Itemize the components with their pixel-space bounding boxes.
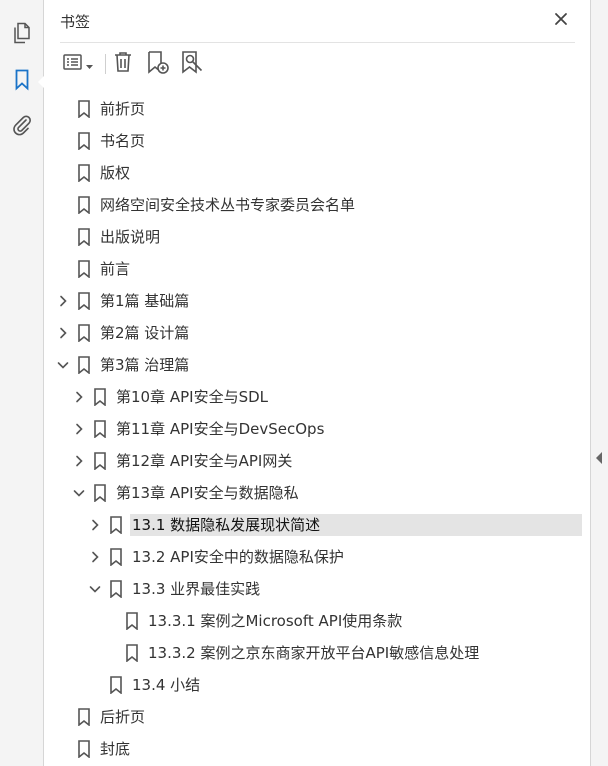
bookmark-item[interactable]: 第2篇 设计篇 [45, 317, 590, 349]
new-bookmark-icon [146, 50, 170, 78]
bookmark-icon [93, 388, 107, 407]
bookmark-icon [125, 644, 139, 663]
expand-toggle-down-icon[interactable] [89, 581, 101, 597]
bookmark-item[interactable]: 第11章 API安全与DevSecOps [45, 413, 590, 445]
bookmark-icon [93, 484, 107, 503]
bookmark-label[interactable]: 第12章 API安全与API网关 [114, 450, 296, 472]
bookmark-item[interactable]: 版权 [45, 157, 590, 189]
bookmark-icon [109, 548, 123, 567]
pages-icon [12, 22, 32, 48]
bookmark-label[interactable]: 第10章 API安全与SDL [114, 386, 272, 408]
header-divider [60, 42, 575, 43]
bookmark-label[interactable]: 书名页 [98, 130, 149, 152]
bookmark-item[interactable]: 第1篇 基础篇 [45, 285, 590, 317]
bookmark-label[interactable]: 13.3 业界最佳实践 [130, 578, 264, 600]
bookmark-item[interactable]: 前言 [45, 253, 590, 285]
options-menu-icon [63, 54, 83, 74]
bookmark-item[interactable]: 13.1 数据隐私发展现状简述 [45, 509, 590, 541]
bookmark-item[interactable]: 13.3.1 案例之Microsoft API使用条款 [45, 605, 590, 637]
expand-toggle-right-icon[interactable] [73, 453, 85, 469]
bookmark-label[interactable]: 第3篇 治理篇 [98, 354, 193, 376]
bookmark-icon [77, 132, 91, 151]
expand-toggle-down-icon[interactable] [57, 357, 69, 373]
bookmark-item[interactable]: 出版说明 [45, 221, 590, 253]
bookmark-icon [77, 100, 91, 119]
bookmark-icon [77, 740, 91, 759]
bookmark-item[interactable]: 后折页 [45, 701, 590, 733]
bookmark-label[interactable]: 封底 [98, 738, 134, 760]
bookmark-icon [93, 452, 107, 471]
bookmark-item[interactable]: 第13章 API安全与数据隐私 [45, 477, 590, 509]
bookmark-icon [109, 676, 123, 695]
bookmark-label[interactable]: 第2篇 设计篇 [98, 322, 193, 344]
bookmark-icon [93, 420, 107, 439]
find-bookmark-button[interactable] [178, 50, 206, 78]
expand-toggle-right-icon[interactable] [89, 549, 101, 565]
bookmark-item[interactable]: 13.2 API安全中的数据隐私保护 [45, 541, 590, 573]
bookmark-label[interactable]: 网络空间安全技术丛书专家委员会名单 [98, 194, 359, 216]
expand-toggle-right-icon[interactable] [89, 517, 101, 533]
bookmark-label[interactable]: 13.2 API安全中的数据隐私保护 [130, 546, 348, 568]
find-bookmark-icon [180, 50, 204, 78]
bookmark-label[interactable]: 版权 [98, 162, 134, 184]
delete-bookmark-button[interactable] [110, 50, 136, 78]
bookmark-icon [77, 356, 91, 375]
bookmarks-panel-button[interactable] [8, 68, 45, 96]
bookmark-icon [14, 69, 30, 95]
bookmark-toolbar [60, 50, 580, 80]
bookmark-icon [109, 516, 123, 535]
expand-toggle-right-icon[interactable] [57, 293, 69, 309]
bookmark-label[interactable]: 第1篇 基础篇 [98, 290, 193, 312]
expand-toggle-right-icon[interactable] [73, 389, 85, 405]
bookmark-icon [77, 228, 91, 247]
delete-icon [113, 51, 133, 77]
bookmark-icon [125, 612, 139, 631]
bookmark-item[interactable]: 13.4 小结 [45, 669, 590, 701]
new-bookmark-button[interactable] [144, 50, 172, 78]
bookmark-icon [77, 292, 91, 311]
bookmark-label[interactable]: 第13章 API安全与数据隐私 [114, 482, 303, 504]
bookmark-label[interactable]: 出版说明 [98, 226, 164, 248]
bookmark-label[interactable]: 13.1 数据隐私发展现状简述 [130, 514, 582, 536]
bookmark-icon [77, 164, 91, 183]
bookmark-item[interactable]: 书名页 [45, 125, 590, 157]
bookmark-label[interactable]: 前言 [98, 258, 134, 280]
bookmark-item[interactable]: 13.3.2 案例之京东商家开放平台API敏感信息处理 [45, 637, 590, 669]
bookmark-label[interactable]: 后折页 [98, 706, 149, 728]
bookmark-label[interactable]: 13.4 小结 [130, 674, 204, 696]
bookmark-icon [77, 196, 91, 215]
attachments-button[interactable] [8, 113, 36, 141]
close-icon [554, 11, 568, 30]
bookmark-item[interactable]: 第10章 API安全与SDL [45, 381, 590, 413]
options-menu-button[interactable] [60, 50, 96, 78]
expand-toggle-right-icon[interactable] [57, 325, 69, 341]
pages-thumbnails-button[interactable] [8, 21, 36, 49]
navigation-rail [0, 0, 45, 766]
chevron-down-icon [86, 55, 93, 74]
bookmarks-panel: 书签 前折页 书名页 版权 网络空间安全技术丛书专家委员会名单 出版说明 前言 … [45, 0, 590, 766]
expand-toggle-right-icon[interactable] [73, 421, 85, 437]
document-pane-edge [590, 0, 608, 766]
toolbar-divider [105, 54, 106, 74]
expand-toggle-down-icon[interactable] [73, 485, 85, 501]
bookmark-item[interactable]: 13.3 业界最佳实践 [45, 573, 590, 605]
panel-header: 书签 [45, 0, 590, 42]
close-button[interactable] [550, 9, 572, 31]
bookmark-item[interactable]: 前折页 [45, 93, 590, 125]
bookmark-item[interactable]: 第3篇 治理篇 [45, 349, 590, 381]
panel-title: 书签 [60, 13, 91, 31]
bookmark-item[interactable]: 第12章 API安全与API网关 [45, 445, 590, 477]
bookmark-item[interactable]: 封底 [45, 733, 590, 765]
bookmark-icon [77, 324, 91, 343]
bookmark-label[interactable]: 13.3.2 案例之京东商家开放平台API敏感信息处理 [146, 642, 483, 664]
bookmark-icon [77, 260, 91, 279]
bookmark-icon [109, 580, 123, 599]
collapse-panel-arrow-icon[interactable] [596, 452, 602, 464]
bookmark-item[interactable]: 网络空间安全技术丛书专家委员会名单 [45, 189, 590, 221]
paperclip-icon [12, 114, 32, 140]
bookmark-label[interactable]: 13.3.1 案例之Microsoft API使用条款 [146, 610, 406, 632]
bookmark-label[interactable]: 第11章 API安全与DevSecOps [114, 418, 328, 440]
bookmark-label[interactable]: 前折页 [98, 98, 149, 120]
bookmark-icon [77, 708, 91, 727]
